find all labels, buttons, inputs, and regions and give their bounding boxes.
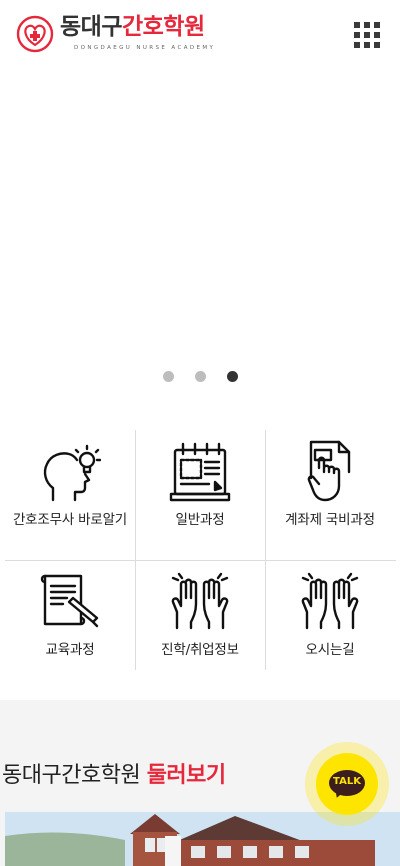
hand-document-icon (307, 440, 351, 502)
logo[interactable]: 동대구 간호학원 DONGDAEGU NURSE ACADEMY (16, 14, 215, 54)
quick-menu-item-curriculum[interactable]: 교육과정 (5, 560, 135, 680)
quick-menu-label: 진학/취업정보 (161, 642, 239, 658)
main-slider[interactable] (0, 70, 400, 400)
header: 동대구 간호학원 DONGDAEGU NURSE ACADEMY (0, 0, 400, 70)
grid-menu-icon[interactable] (354, 22, 380, 48)
logo-subtitle: DONGDAEGU NURSE ACADEMY (74, 45, 216, 51)
document-pencil-icon (40, 574, 99, 628)
gallery-title-bold: 둘러보기 (146, 763, 226, 788)
heart-cross-logo-icon (16, 15, 54, 53)
kakao-talk-label: TALK (333, 776, 361, 787)
quick-menu-label: 교육과정 (45, 642, 95, 658)
page: 동대구 간호학원 DONGDAEGU NURSE ACADEMY 간호조무사 바… (0, 0, 400, 866)
gallery-title-normal: 동대구간호학원 (2, 763, 141, 788)
logo-text: 동대구 간호학원 DONGDAEGU NURSE ACADEMY (60, 14, 215, 51)
head-lightbulb-icon (43, 444, 101, 502)
quick-menu-item-career-info[interactable]: 진학/취업정보 (135, 560, 265, 680)
logo-title-dark: 동대구 (60, 14, 122, 40)
logo-title: 동대구 간호학원 (60, 14, 215, 40)
slider-pagination (0, 371, 400, 385)
gallery-title: 동대구간호학원 둘러보기 (2, 757, 226, 789)
kakao-talk-button[interactable]: TALK (316, 753, 378, 815)
quick-menu-label: 오시는길 (305, 642, 355, 658)
slider-dot-3[interactable] (226, 371, 238, 382)
quick-menu-grid: 간호조무사 바로알기 일반과정 계좌제 국비과정 교육과정 진학/취업정보 오시… (5, 430, 396, 670)
clapping-hands-icon (171, 572, 229, 630)
notebook-icon (169, 442, 231, 502)
clapping-hands-icon (301, 572, 359, 630)
quick-menu-item-voucher-course[interactable]: 계좌제 국비과정 (265, 430, 395, 550)
quick-menu-label: 일반과정 (175, 512, 225, 528)
quick-menu-label: 간호조무사 바로알기 (12, 512, 128, 528)
quick-menu-label: 계좌제 국비과정 (285, 512, 375, 528)
quick-menu-item-nurse-aide-intro[interactable]: 간호조무사 바로알기 (5, 430, 135, 550)
logo-title-red: 간호학원 (121, 14, 205, 40)
quick-menu-item-directions[interactable]: 오시는길 (265, 560, 395, 680)
kakao-bubble-tail (333, 789, 343, 800)
slider-dot-2[interactable] (194, 371, 206, 382)
quick-menu-item-general-course[interactable]: 일반과정 (135, 430, 265, 550)
slider-dot-1[interactable] (162, 371, 174, 382)
